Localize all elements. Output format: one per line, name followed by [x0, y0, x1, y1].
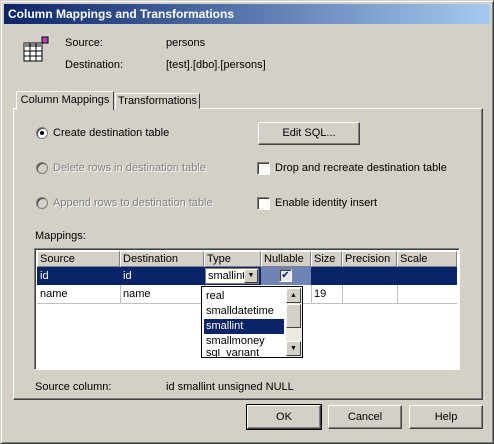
dialog-window: Column Mappings and Transformations Sour… [0, 0, 494, 444]
delete-rows-label: Delete rows in destination table [53, 162, 206, 174]
delete-rows-radio [36, 162, 48, 174]
destination-label: Destination: [65, 59, 124, 71]
col-header-nullable[interactable]: Nullable [261, 251, 311, 267]
edit-sql-button[interactable]: Edit SQL... [258, 122, 360, 145]
source-value: persons [166, 37, 206, 49]
create-table-radio[interactable] [36, 127, 48, 139]
col-header-source[interactable]: Source [37, 251, 120, 267]
type-option-selected[interactable]: smallint [204, 319, 284, 334]
type-option[interactable]: real [204, 289, 284, 304]
drop-recreate-label: Drop and recreate destination table [275, 162, 447, 174]
create-table-label: Create destination table [53, 127, 170, 139]
type-option[interactable]: smalldatetime [204, 304, 284, 319]
col-header-precision[interactable]: Precision [342, 251, 397, 267]
row-1-type-select[interactable]: smallint ▼ [205, 268, 259, 284]
edit-sql-label: Edit SQL... [282, 127, 336, 139]
col-header-type[interactable]: Type [204, 251, 261, 267]
row-2-source: name [40, 288, 68, 300]
title-bar: Column Mappings and Transformations [4, 4, 490, 24]
table-icon [21, 35, 51, 65]
destination-value: [test].[dbo].[persons] [166, 59, 266, 71]
scroll-down-arrow-icon[interactable]: ▼ [286, 341, 301, 356]
source-column-value: id smallint unsigned NULL [166, 381, 294, 393]
row-1-destination: id [123, 270, 132, 282]
window-title: Column Mappings and Transformations [8, 7, 235, 21]
identity-insert-label: Enable identity insert [275, 197, 378, 209]
tab-transformations[interactable]: Transformations [115, 93, 200, 109]
row-2-size: 19 [314, 288, 327, 300]
type-dropdown-list[interactable]: real smalldatetime smallint smallmoney s… [201, 286, 303, 358]
tab-column-mappings-label: Column Mappings [20, 94, 110, 106]
tab-column-mappings[interactable]: Column Mappings [16, 91, 114, 110]
row-1-source: id [40, 270, 49, 282]
type-option[interactable]: smallmoney [204, 334, 284, 349]
dropdown-scrollbar[interactable]: ▲ ▼ [286, 288, 302, 357]
append-rows-radio [36, 197, 48, 209]
scroll-up-arrow-icon[interactable]: ▲ [286, 288, 301, 303]
source-column-label: Source column: [35, 381, 112, 393]
drop-recreate-checkbox[interactable] [257, 162, 270, 175]
cancel-button[interactable]: Cancel [328, 405, 402, 429]
type-dropdown-arrow-icon[interactable]: ▼ [244, 269, 258, 283]
type-option[interactable]: sql_variant [204, 349, 284, 357]
help-button[interactable]: Help [409, 405, 483, 429]
append-rows-label: Append rows to destination table [53, 197, 213, 209]
col-header-destination[interactable]: Destination [120, 251, 204, 267]
mappings-label: Mappings: [35, 230, 86, 242]
scrollbar-thumb[interactable] [286, 304, 301, 328]
row-1-type-value: smallint [208, 270, 246, 282]
tab-transformations-label: Transformations [117, 95, 198, 107]
row-2-destination: name [123, 288, 151, 300]
identity-insert-checkbox[interactable] [257, 197, 270, 210]
ok-button[interactable]: OK [246, 404, 322, 430]
col-header-size[interactable]: Size [311, 251, 342, 267]
source-label: Source: [65, 37, 103, 49]
row-1-nullable-checkbox[interactable]: ✔ [279, 269, 292, 282]
col-header-scale[interactable]: Scale [397, 251, 457, 267]
